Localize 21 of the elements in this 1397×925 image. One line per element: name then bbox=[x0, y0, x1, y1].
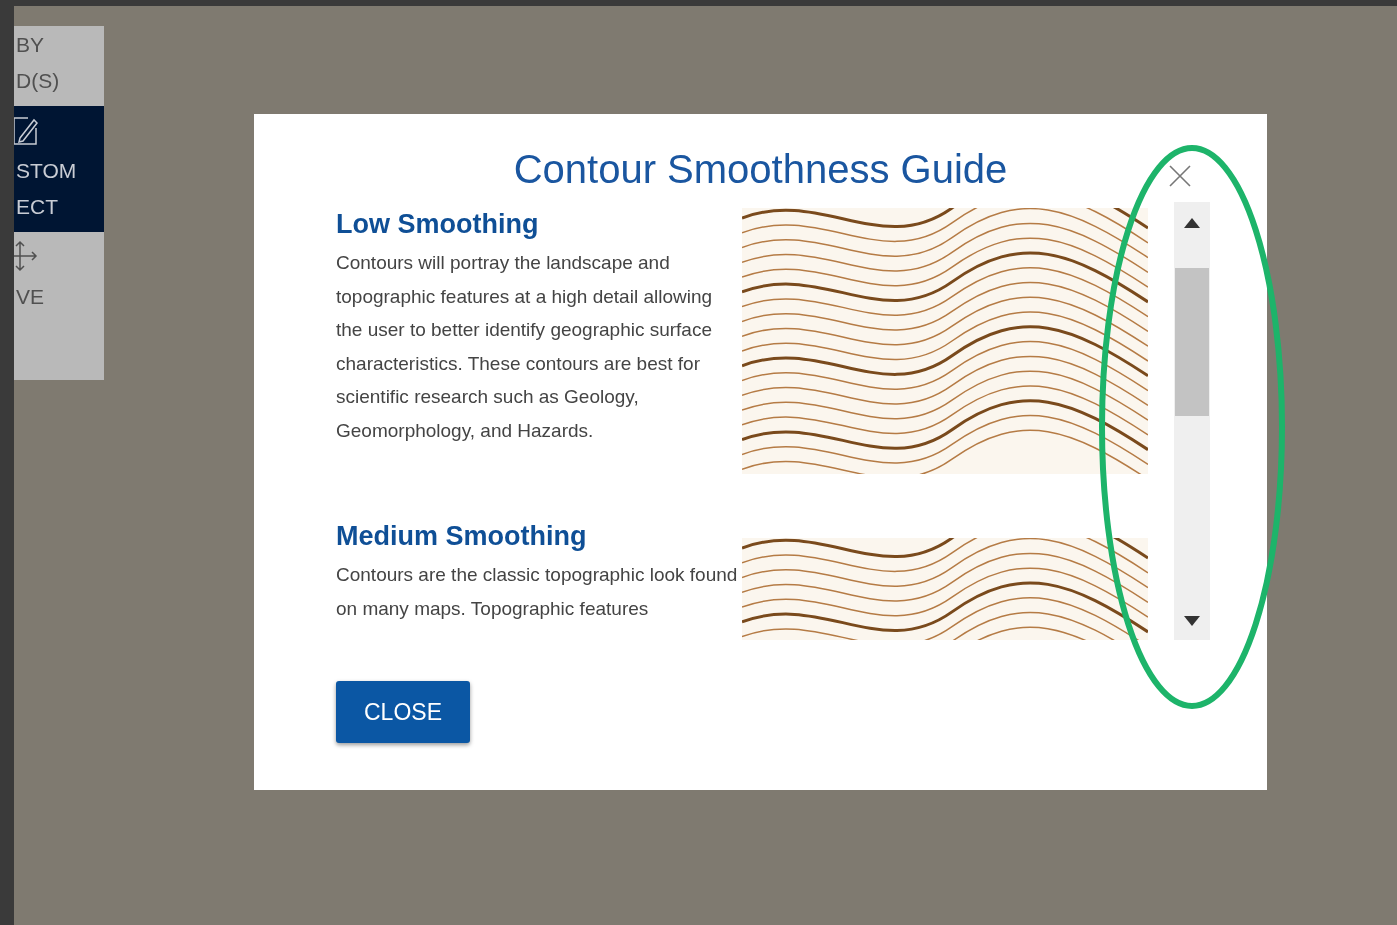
sidebar-item-label: D(S) bbox=[15, 70, 61, 92]
section-text: Contours will portray the landscape and topographic features at a high detail allowing the user to better identify geographic surface characteristics. These contours are best for scientific research such as Geology, Geomorphology, and Hazards. bbox=[336, 251, 714, 443]
section-heading: Low Smoothing bbox=[336, 208, 540, 240]
sidebar-item[interactable]: STOM ECT bbox=[14, 106, 104, 232]
dialog-title: Contour Smoothness Guide bbox=[513, 146, 1008, 193]
sidebar-item-label: ECT bbox=[15, 196, 59, 218]
move-arrows-icon bbox=[14, 240, 38, 272]
sidebar-item-label: BY bbox=[15, 34, 45, 56]
sidebar-item[interactable]: VE bbox=[14, 232, 104, 322]
sidebar-item-label: VE bbox=[15, 286, 45, 308]
scrollbar[interactable] bbox=[1174, 202, 1210, 640]
scroll-down-icon[interactable] bbox=[1184, 616, 1200, 626]
scroll-up-icon[interactable] bbox=[1184, 218, 1200, 228]
section-text: Contours are the classic topographic look found on many maps. Topographic features bbox=[336, 563, 738, 621]
sidebar-item-label: STOM bbox=[15, 160, 78, 182]
close-icon[interactable] bbox=[1168, 164, 1192, 188]
sidebar-item[interactable]: BY D(S) bbox=[14, 26, 104, 106]
pencil-icon bbox=[14, 116, 38, 146]
section-heading: Medium Smoothing bbox=[336, 520, 588, 552]
close-button[interactable]: CLOSE bbox=[336, 681, 470, 743]
scrollbar-thumb[interactable] bbox=[1175, 268, 1209, 416]
